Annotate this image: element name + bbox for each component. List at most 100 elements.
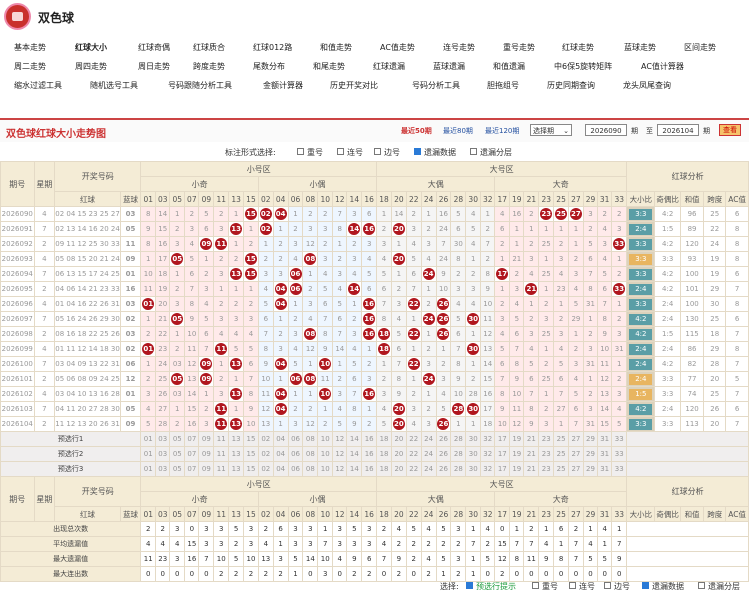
preselect-number-cell[interactable]: 28 (450, 446, 467, 462)
preselect-number-cell[interactable]: 33 (611, 446, 628, 462)
nav-item[interactable]: 和尾走势 (313, 61, 345, 72)
preselect-number-cell[interactable]: 12 (332, 461, 348, 477)
preselect-number-cell[interactable]: 17 (494, 446, 511, 462)
preselect-number-cell[interactable]: 09 (198, 431, 215, 447)
preselect-number-cell[interactable]: 15 (243, 446, 259, 462)
preselect-number-cell[interactable]: 29 (582, 446, 599, 462)
preselect-number-cell[interactable]: 05 (169, 446, 186, 462)
preselect-number-cell[interactable]: 03 (155, 446, 171, 462)
preselect-number-cell[interactable]: 25 (553, 446, 569, 462)
nav-item[interactable]: AC值走势 (380, 42, 415, 53)
preselect-number-cell[interactable]: 22 (405, 431, 422, 447)
preselect-number-cell[interactable]: 27 (568, 431, 584, 447)
preselect-number-cell[interactable]: 22 (405, 446, 422, 462)
nav-item[interactable]: 红球质合 (193, 42, 225, 53)
option-checkbox[interactable]: 遗漏分层 (470, 147, 512, 158)
recent-50-link[interactable]: 最近50期 (401, 126, 432, 136)
preselect-number-cell[interactable]: 07 (184, 431, 200, 447)
preselect-number-cell[interactable]: 21 (523, 431, 540, 447)
preselect-number-cell[interactable]: 27 (568, 446, 584, 462)
preselect-number-cell[interactable]: 30 (465, 431, 482, 447)
preselect-number-cell[interactable]: 20 (390, 461, 407, 477)
nav-item[interactable]: 蓝球走势 (624, 42, 656, 53)
preselect-number-cell[interactable]: 04 (272, 461, 289, 477)
nav-item[interactable]: 号码跟随分析工具 (168, 80, 232, 91)
nav-item[interactable]: 红球走势 (562, 42, 594, 53)
preselect-number-cell[interactable]: 31 (597, 461, 613, 477)
preselect-number-cell[interactable]: 33 (611, 431, 628, 447)
preselect-number-cell[interactable]: 24 (420, 461, 437, 477)
preselect-number-cell[interactable]: 23 (538, 461, 555, 477)
preselect-number-cell[interactable]: 03 (155, 461, 171, 477)
option-checkbox[interactable]: 遗漏数据 (414, 147, 456, 158)
preselect-number-cell[interactable]: 23 (538, 446, 555, 462)
preselect-number-cell[interactable]: 04 (272, 431, 289, 447)
nav-item[interactable]: 历史同期查询 (547, 80, 595, 91)
preselect-number-cell[interactable]: 33 (611, 461, 628, 477)
preselect-number-cell[interactable]: 15 (243, 431, 259, 447)
preselect-number-cell[interactable]: 17 (494, 461, 511, 477)
nav-item[interactable]: 区间走势 (684, 42, 716, 53)
footer-checkbox[interactable]: 重号 (532, 581, 558, 592)
nav-item[interactable]: 周日走势 (138, 61, 170, 72)
query-button[interactable]: 查看 (719, 124, 741, 136)
preselect-number-cell[interactable]: 16 (361, 446, 378, 462)
preselect-number-cell[interactable]: 20 (390, 446, 407, 462)
nav-item[interactable]: 中6保5旋转矩阵 (554, 61, 612, 72)
preselect-number-cell[interactable]: 19 (509, 446, 525, 462)
footer-checkbox[interactable]: 遗漏分层 (698, 581, 740, 592)
preselect-number-cell[interactable]: 11 (213, 446, 230, 462)
preselect-number-cell[interactable]: 20 (390, 431, 407, 447)
footer-checkbox[interactable]: 边号 (604, 581, 630, 592)
nav-item[interactable]: 胆拖组号 (487, 80, 519, 91)
preselect-number-cell[interactable]: 13 (228, 446, 245, 462)
nav-item[interactable]: 金额计算器 (263, 80, 303, 91)
preselect-number-cell[interactable]: 29 (582, 431, 599, 447)
preselect-number-cell[interactable]: 07 (184, 446, 200, 462)
preselect-number-cell[interactable]: 08 (302, 461, 319, 477)
period-select[interactable]: 选择期 ⌄ (530, 124, 572, 136)
nav-item[interactable]: 历史开奖对比 (330, 80, 378, 91)
preselect-number-cell[interactable]: 30 (465, 446, 482, 462)
preselect-number-cell[interactable]: 28 (450, 461, 467, 477)
preselect-number-cell[interactable]: 27 (568, 461, 584, 477)
preselect-number-cell[interactable]: 14 (346, 461, 363, 477)
preselect-number-cell[interactable]: 26 (435, 461, 452, 477)
preselect-number-cell[interactable]: 16 (361, 431, 378, 447)
preselect-number-cell[interactable]: 05 (169, 431, 186, 447)
preselect-number-cell[interactable]: 19 (509, 461, 525, 477)
preselect-number-cell[interactable]: 10 (317, 446, 334, 462)
preselect-number-cell[interactable]: 21 (523, 461, 540, 477)
option-checkbox[interactable]: 边号 (374, 147, 400, 158)
preselect-number-cell[interactable]: 32 (480, 431, 496, 447)
preselect-number-cell[interactable]: 12 (332, 446, 348, 462)
preselect-number-cell[interactable]: 15 (243, 461, 259, 477)
preselect-number-cell[interactable]: 17 (494, 431, 511, 447)
preselect-number-cell[interactable]: 02 (257, 446, 274, 462)
nav-item[interactable]: 红球遗漏 (373, 61, 405, 72)
preselect-number-cell[interactable]: 25 (553, 461, 569, 477)
nav-item[interactable]: 连号走势 (443, 42, 475, 53)
nav-item[interactable]: 重号走势 (503, 42, 535, 53)
preselect-number-cell[interactable]: 06 (287, 446, 304, 462)
nav-item[interactable]: 尾数分布 (253, 61, 285, 72)
option-checkbox[interactable]: 连号 (337, 147, 363, 158)
preselect-number-cell[interactable]: 10 (317, 431, 334, 447)
preselect-number-cell[interactable]: 31 (597, 431, 613, 447)
preselect-number-cell[interactable]: 14 (346, 431, 363, 447)
nav-item[interactable]: 随机选号工具 (90, 80, 138, 91)
preselect-number-cell[interactable]: 13 (228, 461, 245, 477)
preselect-number-cell[interactable]: 09 (198, 446, 215, 462)
from-issue-input[interactable]: 2026090 (585, 124, 627, 136)
preselect-number-cell[interactable]: 21 (523, 446, 540, 462)
preselect-number-cell[interactable]: 32 (480, 446, 496, 462)
preselect-number-cell[interactable]: 06 (287, 431, 304, 447)
preselect-number-cell[interactable]: 01 (140, 446, 157, 462)
nav-item[interactable]: 基本走势 (14, 42, 46, 53)
nav-item[interactable]: 号码分析工具 (412, 80, 460, 91)
preselect-number-cell[interactable]: 10 (317, 461, 334, 477)
nav-item[interactable]: 红球奇偶 (138, 42, 170, 53)
preselect-number-cell[interactable]: 31 (597, 446, 613, 462)
preselect-number-cell[interactable]: 08 (302, 431, 319, 447)
preselect-number-cell[interactable]: 23 (538, 431, 555, 447)
